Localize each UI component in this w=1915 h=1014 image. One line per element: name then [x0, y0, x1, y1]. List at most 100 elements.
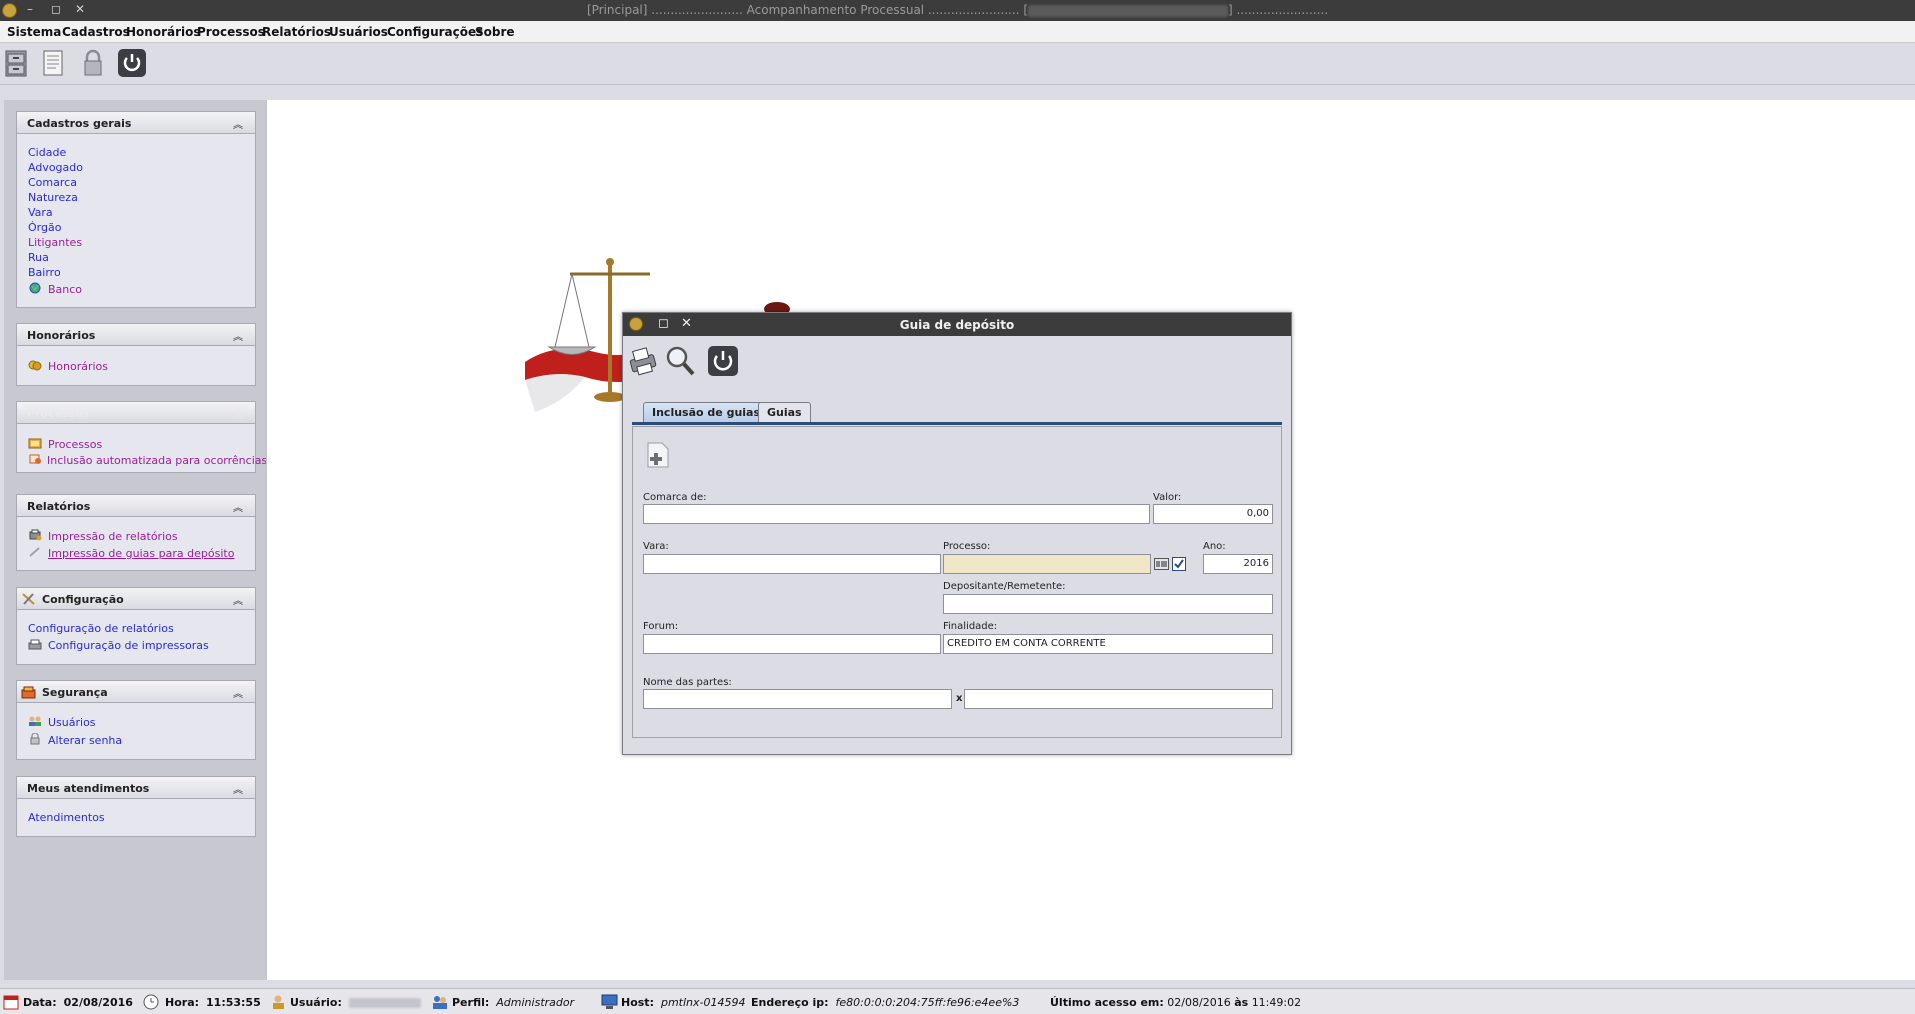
collapse-icon[interactable]: ︽: [233, 328, 243, 343]
vara-label: Vara:: [643, 541, 669, 552]
main-toolbar: [0, 43, 1915, 85]
power-icon[interactable]: [707, 345, 739, 377]
collapse-icon[interactable]: ︽: [233, 781, 243, 796]
ano-field[interactable]: 2016: [1203, 554, 1273, 574]
menu-honorarios[interactable]: Honorários: [126, 25, 201, 39]
comarca-label: Comarca de:: [643, 492, 707, 503]
menu-bar: Sistema Cadastros Honorários Processos R…: [0, 21, 1915, 43]
menu-sobre[interactable]: Sobre: [475, 25, 515, 39]
forum-field[interactable]: [643, 634, 941, 654]
menu-cadastros[interactable]: Cadastros: [62, 25, 130, 39]
link-inclusao-automatizada[interactable]: Inclusão automatizada para ocorrências: [47, 454, 267, 467]
panel-cadastros-gerais: Cadastros gerais ︽ Cidade Advogado Comar…: [16, 111, 256, 308]
menu-relatorios[interactable]: Relatórios: [262, 25, 331, 39]
link-usuarios[interactable]: Usuários: [48, 716, 96, 729]
menu-sistema[interactable]: Sistema: [7, 25, 61, 39]
panel-title: Processos: [27, 407, 90, 420]
panel-header[interactable]: Cadastros gerais ︽: [17, 112, 255, 134]
finalidade-label: Finalidade:: [943, 621, 998, 632]
lock-icon[interactable]: [78, 48, 108, 78]
panel-header[interactable]: Configuração ︽: [17, 588, 255, 610]
add-document-icon[interactable]: [646, 441, 670, 469]
menu-usuarios[interactable]: Usuários: [329, 25, 388, 39]
cabinet-icon[interactable]: [2, 48, 32, 78]
processo-field[interactable]: [943, 554, 1151, 574]
tab-inclusao-de-guias[interactable]: Inclusão de guias: [643, 402, 770, 422]
nome-partes-label: Nome das partes:: [643, 677, 732, 688]
pencil-icon: [29, 547, 40, 557]
link-rua[interactable]: Rua: [28, 251, 49, 264]
collapse-icon[interactable]: ︽: [233, 592, 243, 607]
panel-header[interactable]: Segurança ︽: [17, 681, 255, 703]
search-icon[interactable]: [664, 345, 696, 377]
link-litigantes[interactable]: Litigantes: [28, 236, 82, 249]
link-natureza[interactable]: Natureza: [28, 191, 78, 204]
printer-icon: [28, 639, 42, 650]
status-profile: Perfil: Administrador: [452, 996, 575, 1009]
status-time: Hora: 11:53:55: [165, 996, 261, 1009]
sidebar: Cadastros gerais ︽ Cidade Advogado Comar…: [4, 100, 267, 980]
link-banco[interactable]: Banco: [48, 283, 82, 296]
link-alterar-senha[interactable]: Alterar senha: [48, 734, 122, 747]
collapse-icon[interactable]: ︽: [233, 499, 243, 514]
redacted-text: [1028, 4, 1228, 17]
link-processos[interactable]: Processos: [48, 438, 102, 451]
computer-icon: [601, 994, 618, 1009]
security-icon: [21, 686, 36, 699]
versus-label: x: [956, 693, 963, 704]
window-titlebar: – ◻ ✕ [Principal] ......................…: [0, 0, 1915, 21]
link-vara[interactable]: Vara: [28, 206, 53, 219]
tab-panel: Comarca de: Valor: 0,00 Vara: Processo: …: [632, 426, 1282, 738]
link-configuracao-relatorios[interactable]: Configuração de relatórios: [28, 622, 174, 635]
panel-title: Configuração: [42, 593, 124, 606]
link-cidade[interactable]: Cidade: [28, 146, 66, 159]
print-icon[interactable]: [628, 345, 660, 377]
link-comarca[interactable]: Comarca: [28, 176, 77, 189]
comarca-field[interactable]: [643, 504, 1150, 524]
redacted-username: [348, 998, 421, 1008]
finalidade-field[interactable]: CREDITO EM CONTA CORRENTE: [943, 634, 1273, 654]
link-impressao-guias[interactable]: Impressão de guias para depósito: [48, 547, 234, 560]
status-user: Usuário:: [290, 996, 421, 1009]
collapse-icon[interactable]: ︽: [233, 406, 243, 421]
calendar-icon: [3, 995, 19, 1010]
menu-configuracoes[interactable]: Configurações: [387, 25, 483, 39]
dialog-title: Guia de depósito: [899, 318, 1015, 332]
collapse-icon[interactable]: ︽: [233, 116, 243, 131]
link-advogado[interactable]: Advogado: [28, 161, 83, 174]
users-icon: [29, 716, 41, 726]
dialog-titlebar[interactable]: ◻ ✕ Guia de depósito: [623, 313, 1291, 336]
link-configuracao-impressoras[interactable]: Configuração de impressoras: [48, 639, 209, 652]
panel-processos: Processos ︽ Processos Inclusão automatiz…: [16, 401, 267, 473]
panel-header[interactable]: Processos ︽: [17, 402, 255, 424]
panel-title: Cadastros gerais: [27, 117, 132, 130]
panel-header[interactable]: Honorários ︽: [17, 324, 255, 346]
vara-field[interactable]: [643, 554, 941, 574]
menu-processos[interactable]: Processos: [197, 25, 265, 39]
barcode-icon[interactable]: [1154, 557, 1169, 571]
confirm-checkbox-icon[interactable]: [1172, 557, 1186, 571]
link-atendimentos[interactable]: Atendimentos: [28, 811, 105, 824]
panel-header[interactable]: Meus atendimentos ︽: [17, 777, 255, 799]
link-orgao[interactable]: Órgão: [28, 221, 61, 234]
collapse-icon[interactable]: ︽: [233, 685, 243, 700]
parte-2-field[interactable]: [964, 689, 1273, 709]
valor-field[interactable]: 0,00: [1153, 504, 1273, 524]
power-icon[interactable]: [117, 48, 147, 78]
folder-icon: [28, 438, 42, 449]
depositante-field[interactable]: [943, 594, 1273, 614]
clock-icon: [143, 994, 159, 1010]
password-lock-icon: [30, 733, 40, 745]
panel-header[interactable]: Relatórios ︽: [17, 495, 255, 517]
parte-1-field[interactable]: [643, 689, 952, 709]
tab-guias[interactable]: Guias: [758, 402, 811, 422]
document-icon[interactable]: [38, 48, 68, 78]
panel-meus-atendimentos: Meus atendimentos ︽ Atendimentos: [16, 776, 256, 837]
link-honorarios[interactable]: Honorários: [48, 360, 108, 373]
panel-title: Honorários: [27, 329, 96, 342]
guia-deposito-dialog: ◻ ✕ Guia de depósito Inclusão de guias G…: [622, 312, 1292, 755]
link-impressao-relatorios[interactable]: Impressão de relatórios: [48, 530, 178, 543]
link-bairro[interactable]: Bairro: [28, 266, 61, 279]
profile-icon: [433, 996, 447, 1009]
bank-icon: [29, 282, 41, 294]
